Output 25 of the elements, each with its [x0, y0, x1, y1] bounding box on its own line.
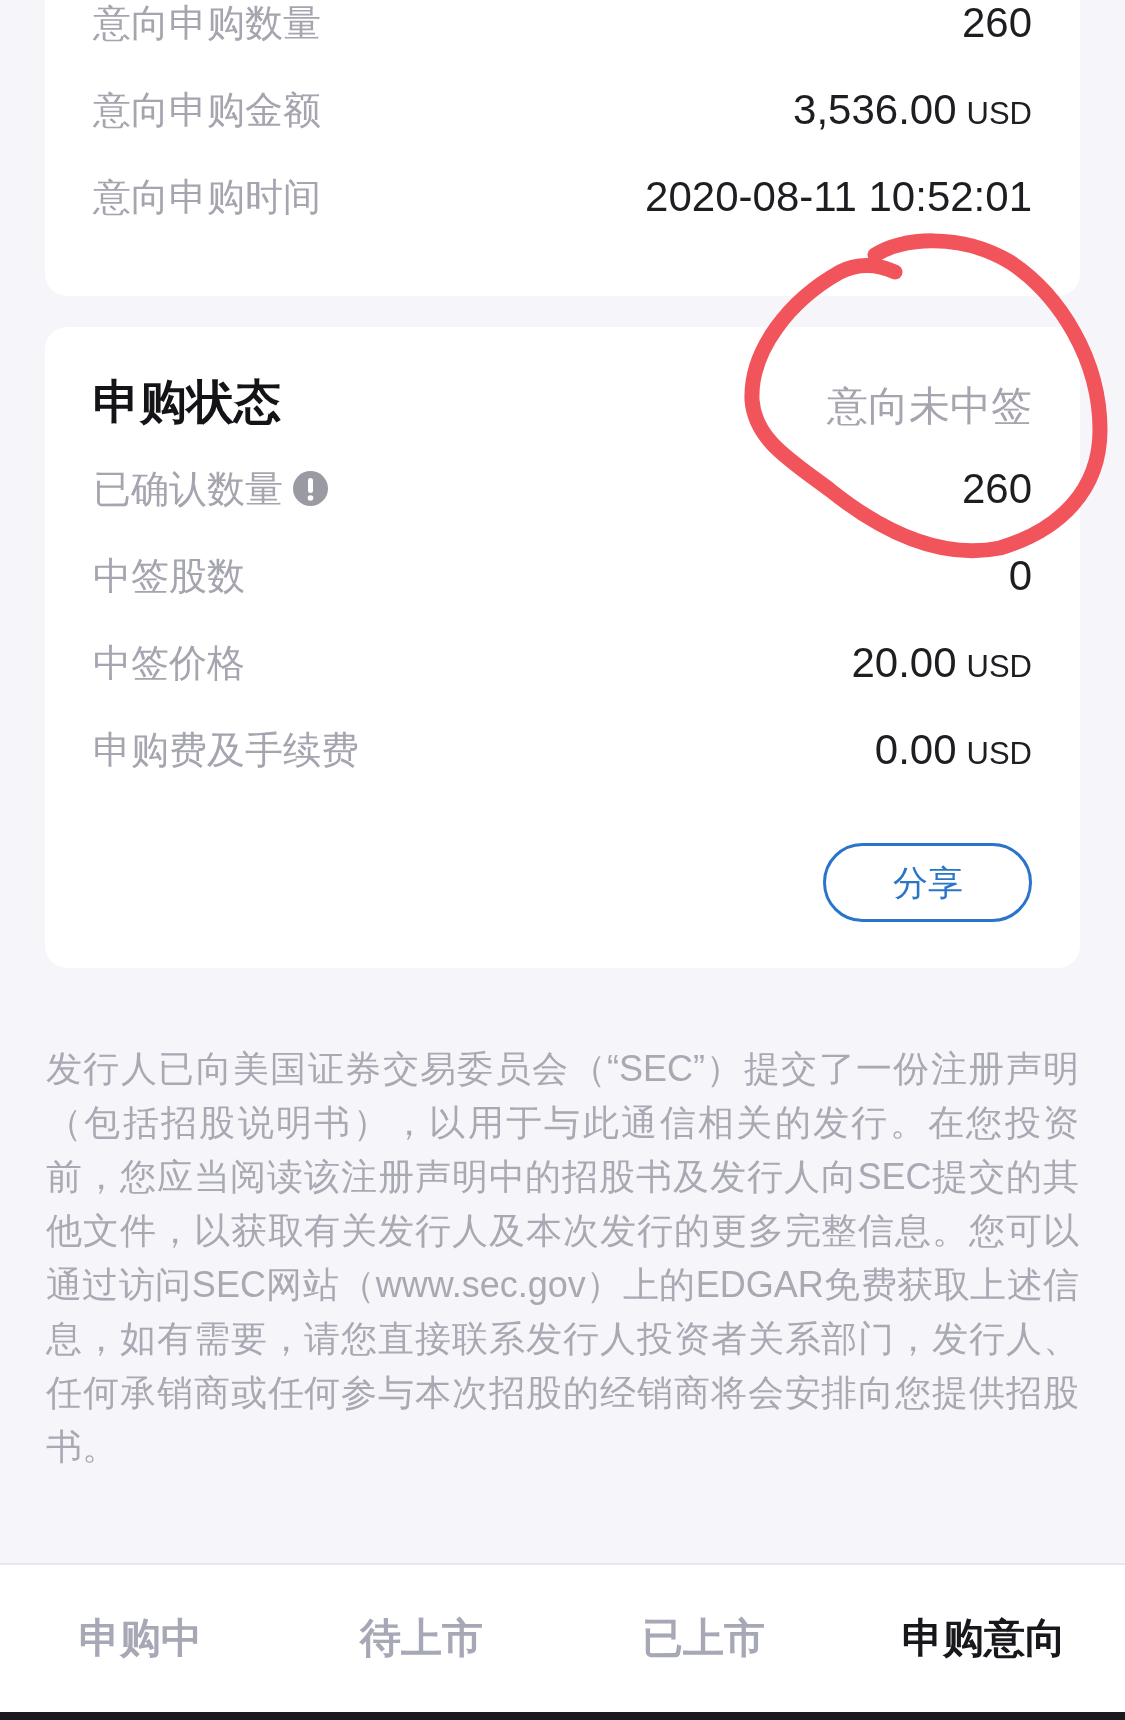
field-value: 260	[961, 467, 1032, 510]
field-value: 3,536.00	[793, 88, 957, 131]
section-title: 申购状态	[93, 377, 281, 425]
field-value: 0.00	[874, 728, 957, 771]
tab[interactable]: 申购意向	[902, 1618, 1067, 1659]
tab[interactable]: 待上市	[360, 1618, 484, 1659]
field-value: 260	[961, 1, 1032, 44]
field-value: 0	[1008, 554, 1032, 597]
field-value: 20.00	[851, 641, 957, 684]
share-button[interactable]: 分享	[823, 843, 1032, 922]
currency-unit: USD	[966, 97, 1032, 129]
field-label: 中签价格	[93, 643, 245, 682]
field-label: 中签股数	[93, 556, 245, 595]
currency-unit: USD	[966, 650, 1032, 682]
disclaimer-text: 发行人已向美国证券交易委员会（“SEC”）提交了一份注册声明（包括招股说明书），以用于与此通信相关的发行。在您投资前，您应当阅读该注册声明中的招股书及发行人向SEC提交的其他文件，以获取有关发行人及本次发行的更多完整信息。您可以通过访问SEC网站（www.sec.gov）上的EDGAR免费获取上述信息，如有需要，请您直接联系发行人投资者关系部门，发行人、任何承销商或任何参与本次招股的经销商将会安排向您提供招股书。	[46, 1047, 1079, 1469]
field-label: 已确认数量	[93, 469, 283, 508]
field-label: 意向申购金额	[93, 90, 321, 129]
tab[interactable]: 已上市	[641, 1618, 765, 1659]
tab[interactable]: 申购中	[79, 1618, 203, 1659]
field-label: 意向申购时间	[93, 177, 321, 216]
field-label: 意向申购数量	[93, 3, 321, 42]
field-label: 申购费及手续费	[93, 730, 359, 769]
currency-unit: USD	[966, 737, 1032, 769]
status-text: 意向未中签	[827, 385, 1032, 427]
field-value: 2020-08-11 10:52:01	[645, 175, 1032, 218]
